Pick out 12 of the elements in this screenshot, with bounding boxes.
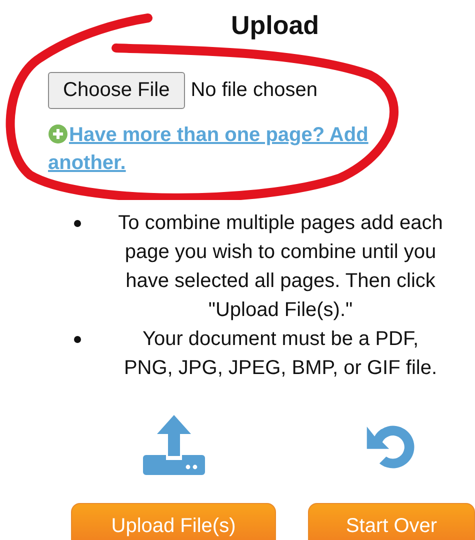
upload-icon[interactable] [142,415,206,475]
instruction-text: To combine multiple pages add each page you wish to combine until you have selected all pages. Then click "Upload File(s)." [118,211,443,323]
add-icon[interactable] [48,124,68,144]
bullet-icon [74,336,81,343]
choose-file-button[interactable]: Choose File [48,72,185,109]
upload-button[interactable]: Upload File(s) [71,503,276,540]
file-status-text: No file chosen [190,79,318,102]
page-title: Upload [230,9,320,42]
bullet-icon [74,220,81,227]
instruction-text: Your document must be a PDF, PNG, JPG, JPEG, BMP, or GIF file. [122,327,438,381]
add-page-link[interactable]: Have more than one page? Add another. [48,121,428,177]
start-over-button[interactable]: Start Over [308,503,475,540]
